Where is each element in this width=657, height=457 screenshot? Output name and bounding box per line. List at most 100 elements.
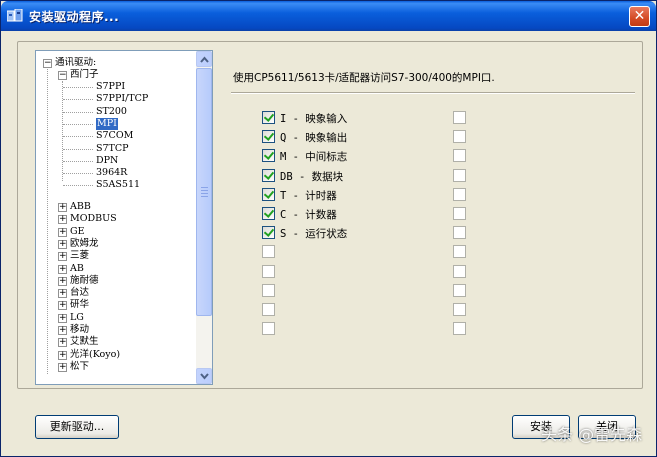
- watermark: 头条 @雷先森: [541, 425, 643, 444]
- expand-icon[interactable]: +: [58, 289, 67, 299]
- tree-root[interactable]: 通讯驱动:: [55, 57, 96, 69]
- area-checkbox[interactable]: [262, 245, 275, 259]
- expand-icon[interactable]: +: [58, 326, 67, 335]
- expand-icon[interactable]: +: [58, 264, 67, 274]
- area-checkbox-right[interactable]: [453, 207, 466, 220]
- tree-line: [63, 173, 93, 175]
- area-checkbox-label[interactable]: DB - 数据块: [280, 169, 343, 184]
- app-icon: [7, 9, 23, 22]
- expand-icon[interactable]: +: [58, 276, 67, 286]
- area-checkbox-right[interactable]: [453, 187, 466, 201]
- tree-node-s7tcp[interactable]: S7TCP: [96, 143, 129, 155]
- close-window-button[interactable]: ✕: [629, 6, 650, 27]
- area-checkbox[interactable]: [262, 322, 275, 336]
- scroll-down-button[interactable]: [196, 368, 212, 384]
- chevron-up-icon: [200, 56, 209, 63]
- area-checkbox[interactable]: [262, 187, 275, 201]
- tree-node-mpi[interactable]: MPI: [96, 117, 118, 130]
- tree-node-vendor[interactable]: 欧姆龙: [70, 238, 99, 250]
- separator: [231, 92, 635, 94]
- area-checkbox-right[interactable]: [453, 226, 466, 240]
- tree-node-vendor[interactable]: 光洋(Koyo): [70, 349, 120, 361]
- expand-icon[interactable]: +: [58, 227, 67, 237]
- area-checkbox-right[interactable]: [453, 245, 466, 259]
- tree-line: [63, 148, 93, 150]
- tree-node-3964r[interactable]: 3964R: [96, 167, 127, 179]
- tree-line: [63, 87, 93, 88]
- expand-icon[interactable]: +: [58, 301, 67, 311]
- expand-icon[interactable]: +: [58, 338, 67, 348]
- tree-node-vendor[interactable]: 松下: [70, 361, 89, 373]
- tree-node-vendor[interactable]: GE: [70, 226, 85, 238]
- area-checkbox-right[interactable]: [453, 168, 466, 182]
- area-checkbox-right[interactable]: [453, 283, 466, 297]
- expand-icon[interactable]: +: [58, 313, 67, 323]
- tree-node-s5as511[interactable]: S5AS511: [96, 179, 140, 191]
- tree-node-siemens[interactable]: 西门子: [70, 69, 99, 81]
- area-checkbox-right[interactable]: [453, 149, 466, 163]
- tree-node-vendor[interactable]: LG: [70, 312, 84, 324]
- tree-node-vendor[interactable]: 移动: [70, 324, 89, 336]
- driver-description: 使用CP5611/5613卡/适配器访问S7-300/400的MPI口.: [233, 72, 495, 84]
- area-checkbox-right[interactable]: [453, 303, 466, 316]
- area-checkbox[interactable]: [262, 283, 275, 297]
- tree-node-dpn[interactable]: DPN: [96, 155, 118, 167]
- area-checkbox-label[interactable]: I - 映象输入: [280, 111, 347, 126]
- area-checkbox-label[interactable]: Q - 映象输出: [280, 130, 347, 145]
- expand-icon[interactable]: +: [58, 239, 67, 249]
- area-checkbox[interactable]: [262, 264, 275, 278]
- window-title: 安装驱动程序...: [29, 10, 120, 24]
- tree-node-vendor[interactable]: MODBUS: [70, 213, 117, 225]
- area-checkbox-right[interactable]: [453, 322, 466, 336]
- area-checkbox-label[interactable]: M - 中间标志: [280, 149, 347, 164]
- expand-icon[interactable]: +: [58, 203, 67, 212]
- tree-line: [63, 99, 93, 101]
- area-checkbox[interactable]: [262, 149, 275, 163]
- collapse-icon[interactable]: −: [43, 59, 52, 68]
- title-bar[interactable]: 安装驱动程序... ✕: [1, 1, 656, 31]
- tree-node-vendor[interactable]: 艾默生: [70, 336, 99, 348]
- expand-icon[interactable]: +: [58, 350, 67, 360]
- tree-line: [63, 185, 93, 187]
- tree-node-vendor[interactable]: AB: [70, 263, 84, 275]
- expand-icon[interactable]: +: [58, 215, 67, 225]
- tree-node-vendor[interactable]: 三菱: [70, 250, 89, 262]
- expand-icon[interactable]: +: [58, 362, 67, 372]
- tree-node-vendor[interactable]: 研华: [70, 299, 89, 311]
- tree-node-s7com[interactable]: S7COM: [96, 130, 133, 142]
- tree-node-vendor[interactable]: ABB: [70, 201, 91, 213]
- tree-line: [63, 123, 93, 125]
- area-checkbox[interactable]: [262, 226, 275, 240]
- tree-line: [47, 69, 48, 374]
- expand-icon[interactable]: +: [58, 252, 67, 262]
- driver-tree[interactable]: − 通讯驱动: − 西门子 S7PPI S7PPI/TCP ST200 MPI S7CO…: [35, 50, 213, 385]
- area-checkbox-right[interactable]: [453, 111, 466, 124]
- close-icon: ✕: [633, 8, 646, 24]
- area-checkbox-label[interactable]: T - 计时器: [280, 188, 337, 203]
- area-checkbox-label[interactable]: S - 运行状态: [280, 226, 347, 241]
- area-checkbox[interactable]: [262, 111, 275, 124]
- tree-line: [63, 160, 93, 162]
- area-checkbox[interactable]: [262, 130, 275, 144]
- area-checkbox[interactable]: [262, 168, 275, 182]
- chevron-down-icon: [200, 373, 209, 380]
- install-driver-dialog: 安装驱动程序... ✕ − 通讯驱动: − 西门子 S7PPI S7PPI/TCP…: [0, 0, 657, 457]
- tree-node-vendor[interactable]: 台达: [70, 287, 89, 299]
- tree-node-s7ppi[interactable]: S7PPI: [96, 81, 125, 93]
- area-checkbox-right[interactable]: [453, 264, 466, 278]
- area-checkbox-label[interactable]: C - 计数器: [280, 207, 337, 222]
- tree-line: [62, 81, 63, 181]
- scroll-thumb[interactable]: [196, 68, 212, 316]
- update-driver-button[interactable]: 更新驱动...: [35, 415, 119, 439]
- area-checkbox[interactable]: [262, 303, 275, 316]
- scroll-up-button[interactable]: [196, 51, 212, 67]
- tree-scrollbar[interactable]: [196, 51, 212, 384]
- collapse-icon[interactable]: −: [58, 71, 67, 80]
- tree-node-vendor[interactable]: 施耐德: [70, 275, 99, 287]
- tree-line: [63, 111, 93, 113]
- tree-node-st200[interactable]: ST200: [96, 106, 127, 118]
- tree-node-s7ppi-tcp[interactable]: S7PPI/TCP: [96, 93, 148, 105]
- tree-line: [63, 136, 93, 138]
- area-checkbox-right[interactable]: [453, 130, 466, 144]
- area-checkbox[interactable]: [262, 207, 275, 220]
